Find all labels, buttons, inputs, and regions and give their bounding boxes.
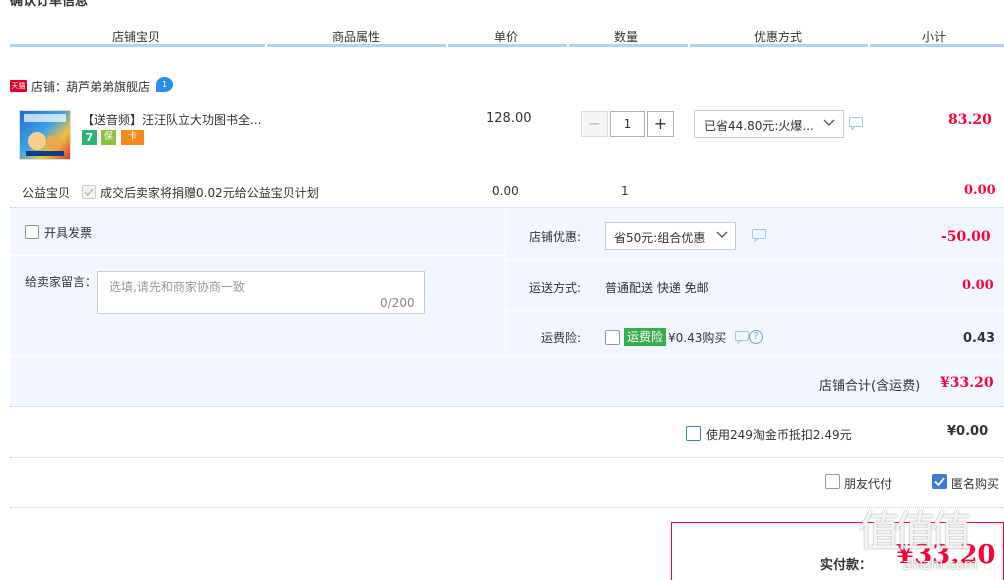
promo-comment-icon[interactable]	[849, 117, 863, 130]
item-price: 128.00	[486, 111, 532, 126]
shop-discount-value: 省50元:组合优惠	[614, 231, 706, 245]
panel-divider	[506, 310, 1004, 311]
anonymous-label[interactable]: 匿名购买	[951, 475, 999, 492]
wangwang-icon[interactable]: 1	[156, 77, 173, 92]
col-header-subtotal: 小计	[922, 30, 947, 44]
charity-qty: 1	[621, 184, 629, 198]
col-header-promo: 优惠方式	[754, 30, 803, 44]
service-badge-7day: 7	[82, 130, 97, 145]
wangwang-badge: 1	[161, 80, 168, 89]
friend-pay-label[interactable]: 朋友代付	[844, 475, 892, 492]
message-textarea[interactable]: 选填,请先和商家协商一致 0/200	[97, 271, 425, 314]
item-subtotal: 83.20	[948, 112, 992, 128]
product-title[interactable]: 【送音频】汪汪队立大功图书全...	[82, 111, 261, 128]
charity-price: 0.00	[492, 184, 519, 198]
panel-divider	[10, 356, 1004, 357]
watermark-char: 值	[858, 507, 900, 556]
header-sep	[567, 44, 569, 47]
shop-total-label: 店铺合计(含运费)	[819, 379, 921, 394]
col-header-attr: 商品属性	[332, 30, 381, 44]
promo-select-value: 已省44.80元:火爆...	[704, 119, 814, 133]
invoice-checkbox[interactable]	[25, 225, 39, 239]
header-underline	[10, 44, 1004, 47]
shop-discount-comment-icon[interactable]	[752, 229, 766, 242]
insurance-checkbox[interactable]	[605, 330, 620, 345]
section-title: 确认订单信息	[10, 0, 89, 9]
promo-select[interactable]: 已省44.80元:火爆...	[694, 110, 844, 138]
shipping-label: 运送方式:	[529, 281, 582, 295]
shipping-text: 普通配送 快递 免邮	[605, 281, 709, 295]
chevron-down-icon	[716, 229, 728, 241]
watermark-logo: 值值值	[858, 498, 972, 559]
service-badge-guarantee: 保	[101, 130, 116, 145]
product-image-art	[24, 114, 66, 156]
col-header-item: 店铺宝贝	[112, 30, 161, 44]
friend-pay-checkbox[interactable]	[825, 474, 840, 489]
insurance-text: ¥0.43购买	[668, 331, 727, 345]
header-sep	[868, 44, 870, 47]
message-placeholder: 选填,请先和商家协商一致	[109, 280, 245, 294]
coin-checkbox[interactable]	[686, 426, 701, 441]
col-header-qty: 数量	[614, 30, 639, 44]
chevron-down-icon	[823, 117, 835, 129]
insurance-comment-icon[interactable]	[735, 331, 749, 344]
panel-divider	[506, 260, 1004, 261]
options-divider	[10, 507, 1004, 508]
qty-minus-button[interactable]: −	[581, 111, 608, 137]
insurance-label: 运费险:	[541, 331, 582, 345]
check-icon	[84, 188, 94, 197]
qty-input[interactable]: 1	[610, 111, 645, 137]
check-icon	[934, 477, 945, 487]
message-label: 给卖家留言：	[25, 275, 98, 289]
col-header-price: 单价	[494, 30, 519, 44]
charity-checkbox	[82, 185, 96, 199]
charity-text: 成交后卖家将捐赠0.02元给公益宝贝计划	[100, 186, 319, 200]
shop-discount-select[interactable]: 省50元:组合优惠	[605, 222, 736, 250]
charity-subtotal: 0.00	[964, 183, 996, 198]
invoice-label[interactable]: 开具发票	[44, 224, 92, 241]
shop-total-amount: ¥33.20	[940, 375, 994, 391]
header-sep	[446, 44, 448, 47]
watermark-site: zhizhi.com	[903, 557, 978, 573]
insurance-amount: 0.43	[963, 331, 996, 346]
service-badge-card: 卡	[121, 130, 144, 145]
shipping-amount: 0.00	[962, 278, 994, 293]
qty-plus-button[interactable]: +	[647, 111, 674, 137]
product-thumbnail[interactable]	[19, 110, 71, 160]
shop-discount-label: 店铺优惠:	[529, 230, 582, 244]
coin-text[interactable]: 使用249淘金币抵扣2.49元	[706, 426, 852, 443]
watermark-char: 值	[930, 507, 972, 556]
insurance-tag: 运费险	[624, 328, 667, 346]
shop-label: 店铺：	[31, 80, 68, 94]
shop-discount-amount: -50.00	[941, 229, 991, 245]
tmall-icon: 天猫	[10, 80, 27, 92]
message-counter: 0/200	[380, 296, 415, 310]
charity-label: 公益宝贝	[22, 186, 71, 200]
header-sep	[265, 44, 267, 47]
coin-amount: ¥0.00	[947, 424, 989, 439]
coin-divider	[10, 457, 1004, 458]
shop-name[interactable]: 葫芦弟弟旗舰店	[66, 78, 150, 95]
panel-divider	[10, 255, 505, 256]
watermark-char: 值	[894, 507, 936, 556]
help-icon[interactable]: ?	[749, 330, 763, 344]
panel-divider-vertical	[505, 208, 506, 356]
header-sep	[688, 44, 690, 47]
anonymous-checkbox[interactable]	[932, 474, 947, 489]
